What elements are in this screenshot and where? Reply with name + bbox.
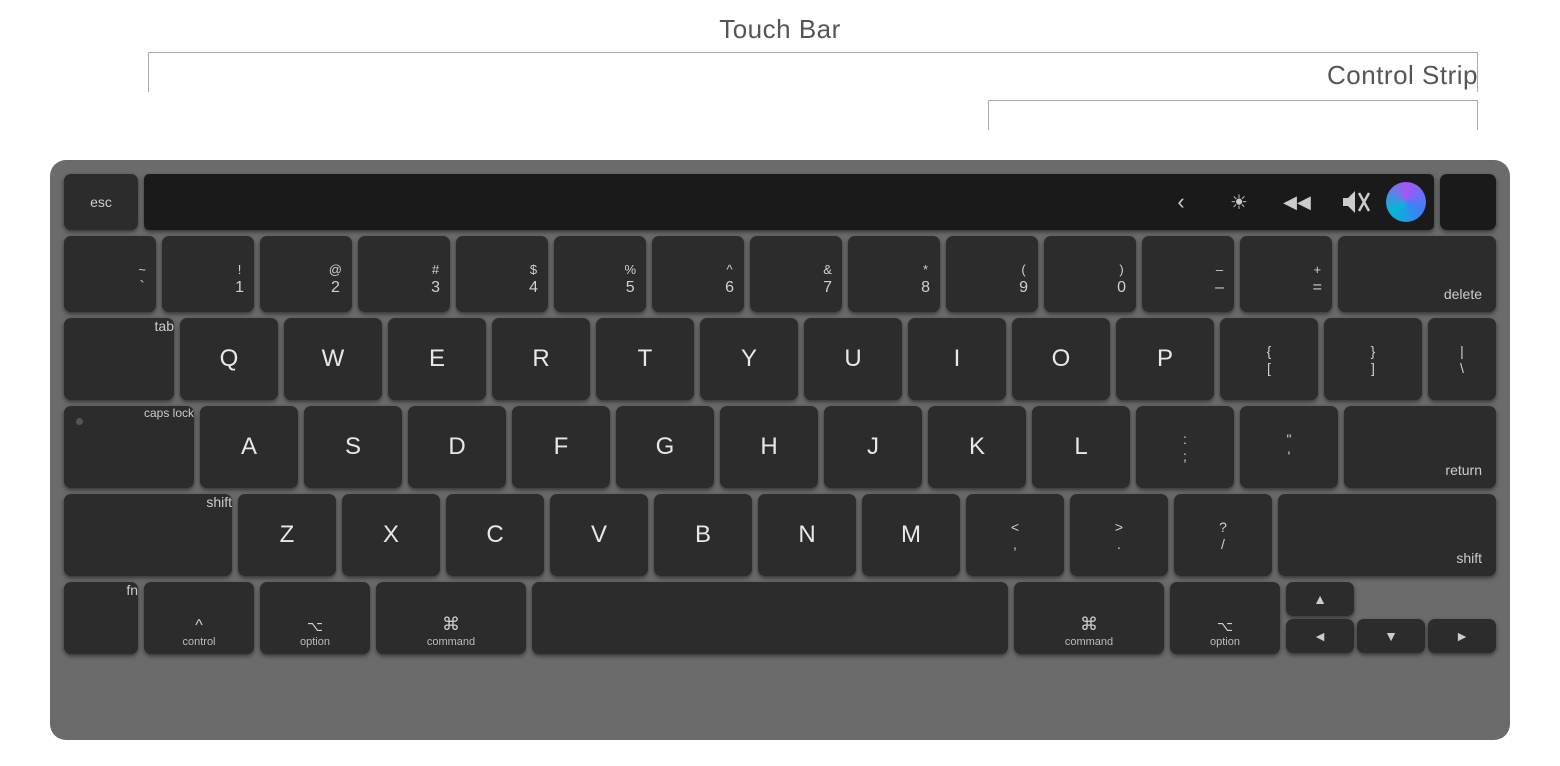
key-d[interactable]: D bbox=[408, 406, 506, 488]
tb-brightness-icon[interactable]: ☀ bbox=[1212, 180, 1266, 224]
key-l[interactable]: L bbox=[1032, 406, 1130, 488]
key-s[interactable]: S bbox=[304, 406, 402, 488]
key-2[interactable]: @2 bbox=[260, 236, 352, 312]
key-b[interactable]: B bbox=[654, 494, 752, 576]
arrow-cluster: ▲ ◄ ▼ ► bbox=[1286, 582, 1496, 654]
key-arrow-down[interactable]: ▼ bbox=[1357, 619, 1425, 653]
key-close-bracket[interactable]: }] bbox=[1324, 318, 1422, 400]
key-8[interactable]: *8 bbox=[848, 236, 940, 312]
key-p[interactable]: P bbox=[1116, 318, 1214, 400]
key-i[interactable]: I bbox=[908, 318, 1006, 400]
key-c[interactable]: C bbox=[446, 494, 544, 576]
key-x[interactable]: X bbox=[342, 494, 440, 576]
key-shift-right[interactable]: shift bbox=[1278, 494, 1496, 576]
key-7[interactable]: &7 bbox=[750, 236, 842, 312]
key-6[interactable]: ^6 bbox=[652, 236, 744, 312]
key-r[interactable]: R bbox=[492, 318, 590, 400]
qwerty-row: tab Q W E R T Y U I O P {[ }] |\ bbox=[64, 318, 1496, 400]
key-q[interactable]: Q bbox=[180, 318, 278, 400]
key-g[interactable]: G bbox=[616, 406, 714, 488]
key-quote[interactable]: "' bbox=[1240, 406, 1338, 488]
key-0[interactable]: )0 bbox=[1044, 236, 1136, 312]
asdf-row: caps lock A S D F G H J K L :; "' return bbox=[64, 406, 1496, 488]
touch-bar[interactable]: ‹ ☀ ◀◀ bbox=[144, 174, 1434, 230]
arrow-up-row: ▲ bbox=[1286, 582, 1496, 616]
key-open-bracket[interactable]: {[ bbox=[1220, 318, 1318, 400]
key-return[interactable]: return bbox=[1344, 406, 1496, 488]
key-m[interactable]: M bbox=[862, 494, 960, 576]
number-row: ~ ` !1 @2 #3 $4 %5 ^6 &7 *8 (9 )0 –– += … bbox=[64, 236, 1496, 312]
key-h[interactable]: H bbox=[720, 406, 818, 488]
key-delete[interactable]: delete bbox=[1338, 236, 1496, 312]
key-backslash[interactable]: |\ bbox=[1428, 318, 1496, 400]
key-caps-lock[interactable]: caps lock bbox=[64, 406, 194, 488]
key-slash[interactable]: ?/ bbox=[1174, 494, 1272, 576]
caps-lock-led bbox=[76, 418, 83, 425]
key-4[interactable]: $4 bbox=[456, 236, 548, 312]
key-fn[interactable]: fn bbox=[64, 582, 138, 654]
key-comma[interactable]: <, bbox=[966, 494, 1064, 576]
key-power[interactable] bbox=[1440, 174, 1496, 230]
key-period[interactable]: >. bbox=[1070, 494, 1168, 576]
zxcv-row: shift Z X C V B N M <, >. ?/ shift bbox=[64, 494, 1496, 576]
key-arrow-left[interactable]: ◄ bbox=[1286, 619, 1354, 653]
arrow-bottom-row: ◄ ▼ ► bbox=[1286, 619, 1496, 653]
key-esc[interactable]: esc bbox=[64, 174, 138, 230]
tb-siri-icon[interactable] bbox=[1386, 182, 1426, 222]
key-o[interactable]: O bbox=[1012, 318, 1110, 400]
key-equals[interactable]: += bbox=[1240, 236, 1332, 312]
key-option-right[interactable]: ⌥ option bbox=[1170, 582, 1280, 654]
key-v[interactable]: V bbox=[550, 494, 648, 576]
key-y[interactable]: Y bbox=[700, 318, 798, 400]
tb-mute-icon[interactable] bbox=[1328, 180, 1382, 224]
control-strip-bracket bbox=[988, 100, 1478, 130]
touch-bar-label: Touch Bar bbox=[719, 14, 841, 45]
bottom-row: fn ^ control ⌥ option ⌘ command ⌘ comman… bbox=[64, 582, 1496, 654]
key-j[interactable]: J bbox=[824, 406, 922, 488]
key-semicolon[interactable]: :; bbox=[1136, 406, 1234, 488]
key-command-left[interactable]: ⌘ command bbox=[376, 582, 526, 654]
key-w[interactable]: W bbox=[284, 318, 382, 400]
tb-volume-icon[interactable]: ◀◀ bbox=[1270, 180, 1324, 224]
key-tab[interactable]: tab bbox=[64, 318, 174, 400]
key-option-left[interactable]: ⌥ option bbox=[260, 582, 370, 654]
key-tilde[interactable]: ~ ` bbox=[64, 236, 156, 312]
key-control[interactable]: ^ control bbox=[144, 582, 254, 654]
key-u[interactable]: U bbox=[804, 318, 902, 400]
key-arrow-up[interactable]: ▲ bbox=[1286, 582, 1354, 616]
keyboard: esc ‹ ☀ ◀◀ ~ ` bbox=[50, 160, 1510, 740]
key-command-right[interactable]: ⌘ command bbox=[1014, 582, 1164, 654]
key-space[interactable] bbox=[532, 582, 1008, 654]
key-n[interactable]: N bbox=[758, 494, 856, 576]
key-minus[interactable]: –– bbox=[1142, 236, 1234, 312]
key-1[interactable]: !1 bbox=[162, 236, 254, 312]
key-z[interactable]: Z bbox=[238, 494, 336, 576]
key-a[interactable]: A bbox=[200, 406, 298, 488]
key-3[interactable]: #3 bbox=[358, 236, 450, 312]
touch-bar-bracket bbox=[148, 52, 1478, 92]
key-t[interactable]: T bbox=[596, 318, 694, 400]
touch-bar-icons: ‹ ☀ ◀◀ bbox=[1154, 180, 1426, 224]
key-shift-left[interactable]: shift bbox=[64, 494, 232, 576]
key-e[interactable]: E bbox=[388, 318, 486, 400]
key-arrow-right[interactable]: ► bbox=[1428, 619, 1496, 653]
tb-chevron-icon[interactable]: ‹ bbox=[1154, 180, 1208, 224]
touch-bar-row: esc ‹ ☀ ◀◀ bbox=[64, 174, 1496, 230]
key-5[interactable]: %5 bbox=[554, 236, 646, 312]
key-f[interactable]: F bbox=[512, 406, 610, 488]
key-k[interactable]: K bbox=[928, 406, 1026, 488]
key-9[interactable]: (9 bbox=[946, 236, 1038, 312]
